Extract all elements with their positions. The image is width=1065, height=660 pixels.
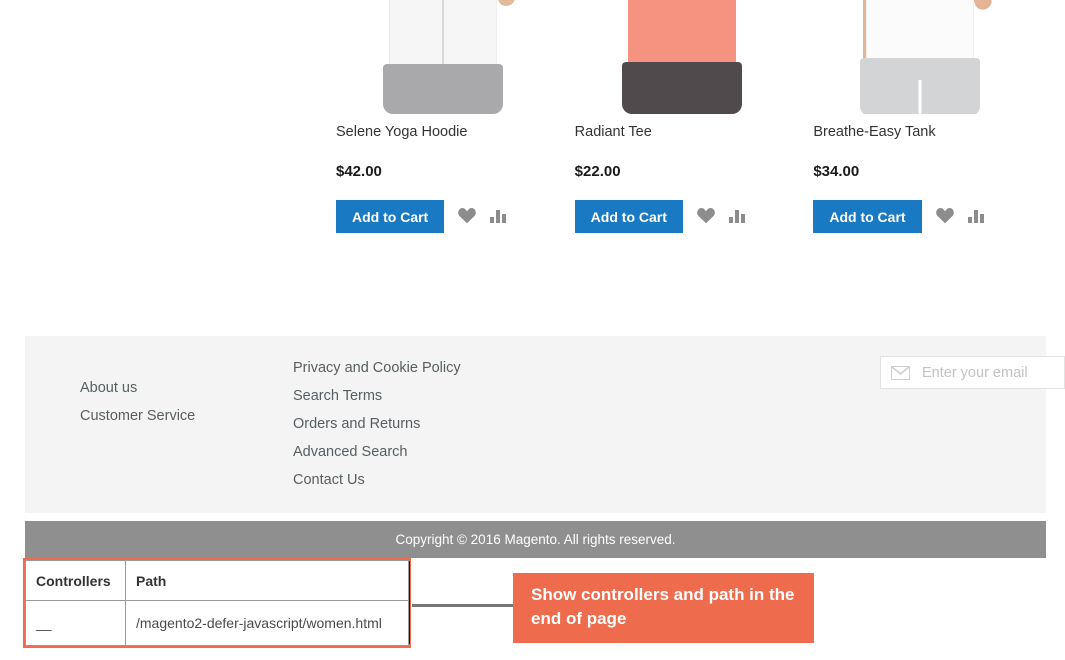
compare-bars-icon [967, 207, 986, 226]
footer-links-column-b: Privacy and Cookie Policy Search Terms O… [293, 354, 461, 494]
footer-link-search-terms[interactable]: Search Terms [293, 382, 461, 410]
table-right-edge-line [409, 561, 410, 644]
product-photo-figure [336, 0, 550, 114]
garment-top-shape [627, 0, 736, 68]
newsletter-signup [880, 356, 1065, 389]
controllers-path-table: Controllers Path __ /magento2-defer-java… [23, 558, 411, 648]
product-price: $42.00 [336, 163, 382, 181]
product-grid: Selene Yoga Hoodie $42.00 Add to Cart Ra… [336, 0, 1052, 234]
footer-link-customer-service[interactable]: Customer Service [80, 402, 195, 430]
heart-icon [697, 207, 715, 227]
cell-path: /magento2-defer-javascript/women.html [125, 600, 409, 646]
compare-bars-icon [490, 207, 508, 226]
garment-bottom-shape [860, 58, 981, 114]
product-name[interactable]: Selene Yoga Hoodie [336, 124, 575, 141]
garment-bottom-shape [383, 64, 503, 114]
table-header-controllers: Controllers [25, 560, 126, 601]
footer-link-orders-and-returns[interactable]: Orders and Returns [293, 410, 461, 438]
annotation-leader-line [412, 604, 517, 607]
garment-bottom-shape [621, 62, 742, 114]
product-image[interactable] [813, 0, 1028, 114]
product-actions: Add to Cart [336, 200, 575, 234]
annotation-callout: Show controllers and path in the end of … [513, 573, 814, 643]
table-row: __ /magento2-defer-javascript/women.html [25, 600, 409, 646]
add-to-cart-button[interactable]: Add to Cart [813, 200, 922, 234]
envelope-icon [891, 365, 910, 380]
product-actions: Add to Cart [574, 200, 814, 234]
copyright-text: Copyright © 2016 Magento. All rights res… [395, 532, 676, 547]
footer-link-about-us[interactable]: About us [80, 374, 195, 402]
product-price: $22.00 [574, 163, 621, 181]
footer-links-column-a: About us Customer Service [80, 374, 195, 430]
add-to-compare-button[interactable] [490, 207, 508, 226]
product-image[interactable] [336, 0, 550, 114]
footer-link-contact-us[interactable]: Contact Us [293, 466, 461, 494]
product-price: $34.00 [813, 163, 860, 181]
copyright-bar: Copyright © 2016 Magento. All rights res… [25, 521, 1046, 558]
heart-icon [935, 207, 954, 227]
product-card: Breathe-Easy Tank $34.00 Add to Cart [813, 0, 1052, 234]
add-to-wishlist-button[interactable] [697, 207, 715, 227]
add-to-cart-button[interactable]: Add to Cart [336, 200, 445, 234]
model-arm-shape [494, 0, 517, 9]
footer-link-privacy-and-cookie-policy[interactable]: Privacy and Cookie Policy [293, 354, 461, 382]
footer-link-advanced-search[interactable]: Advanced Search [293, 438, 461, 466]
cell-controllers: __ [25, 600, 126, 646]
product-name[interactable]: Breathe-Easy Tank [813, 124, 1052, 141]
add-to-wishlist-button[interactable] [935, 207, 954, 227]
add-to-compare-button[interactable] [728, 207, 747, 226]
newsletter-email-input[interactable] [920, 363, 1054, 382]
product-card: Selene Yoga Hoodie $42.00 Add to Cart [336, 0, 575, 234]
product-image[interactable] [574, 0, 789, 114]
compare-bars-icon [728, 207, 747, 226]
garment-top-shape [389, 0, 497, 70]
product-actions: Add to Cart [813, 200, 1052, 234]
add-to-cart-button[interactable]: Add to Cart [574, 200, 683, 234]
garment-top-shape [866, 0, 975, 66]
heart-icon [458, 207, 477, 227]
add-to-compare-button[interactable] [967, 207, 986, 226]
product-name[interactable]: Radiant Tee [575, 124, 814, 141]
product-card: Radiant Tee $22.00 Add to Cart [574, 0, 814, 234]
product-photo-figure [575, 0, 789, 114]
annotation-text: Show controllers and path in the end of … [531, 585, 795, 628]
product-photo-figure [813, 0, 1027, 114]
add-to-wishlist-button[interactable] [458, 207, 477, 227]
table-header-row: Controllers Path [25, 560, 409, 601]
table-header-path: Path [125, 560, 409, 601]
